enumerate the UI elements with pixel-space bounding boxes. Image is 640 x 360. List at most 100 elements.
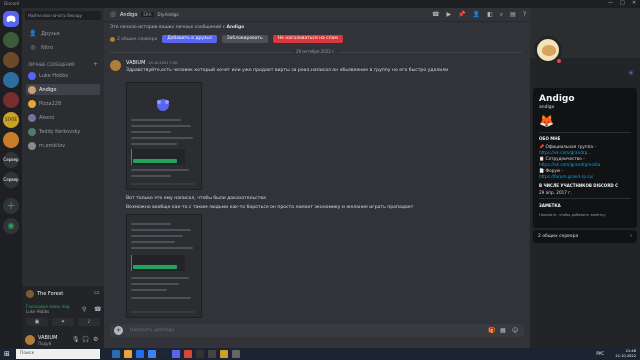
close-button[interactable]: ✕ (632, 0, 636, 6)
server-icon-6[interactable] (3, 132, 19, 148)
add-friend-button[interactable]: Добавить в друзья (162, 35, 217, 43)
image-content (131, 223, 171, 225)
image-attachment[interactable] (126, 214, 202, 318)
dm-item-luke-hobbs[interactable]: Luke Hobbs (26, 70, 100, 81)
app-icon[interactable] (232, 350, 240, 358)
nitro-badge-icon: ◈ (628, 70, 634, 76)
video-icon[interactable]: ▶ (447, 11, 452, 19)
app-icon[interactable] (112, 350, 120, 358)
inbox-icon[interactable]: ▤ (510, 11, 516, 19)
chat-title[interactable]: Andigo (120, 12, 137, 18)
block-button[interactable]: Заблокировать (221, 35, 268, 43)
status-dot (556, 58, 562, 64)
image-content (131, 247, 193, 249)
add-friend-icon[interactable]: 👤 (473, 11, 480, 19)
app-icon[interactable] (184, 350, 192, 358)
server-icon-7[interactable]: Сервер (3, 152, 19, 168)
dm-item-andigo[interactable]: Andigo (26, 84, 100, 95)
note-input[interactable]: Нажмите, чтобы добавить заметку (539, 213, 606, 217)
taskbar-search[interactable]: Поиск (16, 349, 100, 359)
message-author[interactable]: VABIUM (126, 60, 145, 66)
chat-intro: Это начало истории ваших личных сообщени… (110, 25, 244, 30)
emoji-icon[interactable]: ☺ (512, 327, 518, 334)
dm-item-memkilov[interactable]: m.emkilov (26, 140, 100, 151)
mutual-servers-label: 2 общих сервера (538, 234, 579, 239)
steam-icon[interactable] (160, 350, 168, 358)
add-server-icon[interactable]: + (3, 198, 19, 214)
about-link[interactable]: https://vk.com/grandrpmedia (539, 162, 600, 167)
avatar[interactable] (25, 335, 35, 345)
app-icon[interactable] (208, 350, 216, 358)
maximize-button[interactable]: □ (620, 0, 625, 6)
gif-icon[interactable]: ▦ (500, 327, 506, 334)
disconnect-icon[interactable]: ☎ (94, 306, 101, 313)
about-link[interactable]: https://vk.com/grandrp... (539, 150, 591, 155)
profile-name: Andigo (539, 94, 575, 104)
server-icon-3[interactable] (3, 72, 19, 88)
image-attachment[interactable] (126, 82, 202, 190)
server-icon-8[interactable]: Сервер (3, 172, 19, 188)
image-content (131, 169, 189, 171)
home-icon[interactable] (3, 11, 19, 27)
create-dm-icon[interactable]: + (93, 61, 98, 68)
taskbar-clock[interactable]: 21:46 21.10.2022 (615, 349, 636, 359)
noise-suppression-icon[interactable]: ⚲ (82, 306, 86, 313)
dm-item-label: Luke Hobbs (39, 72, 69, 79)
windows-start-icon[interactable]: ⊞ (4, 350, 10, 358)
soundboard-button[interactable]: ♪ (78, 318, 100, 326)
about-link[interactable]: https://forum.grand-rp.su/ (539, 174, 594, 179)
server-icon-state[interactable]: STATE (3, 112, 19, 128)
dm-item-pizza228[interactable]: Pizza228 (26, 98, 100, 109)
app-icon[interactable] (148, 350, 156, 358)
folder-icon[interactable] (124, 350, 132, 358)
tray-language[interactable]: РУС (596, 351, 604, 356)
screen-share-icon[interactable]: ▭ (94, 289, 100, 296)
gift-icon[interactable]: 🎁 (488, 327, 495, 334)
about-header: ОБО МНЕ (539, 136, 561, 141)
image-content (131, 289, 167, 291)
minimize-button[interactable]: — (608, 0, 613, 6)
mutual-servers[interactable]: 2 общих сервера (110, 36, 157, 42)
app-icon[interactable] (196, 350, 204, 358)
nav-nitro[interactable]: ◎ Nitro (26, 42, 100, 53)
help-icon[interactable]: ? (523, 11, 526, 19)
header-toolbar: ☎ ▶ 📌 👤 ◧ ⌕ ▤ ? (432, 11, 526, 19)
message-input[interactable]: Написать @Andigo (130, 328, 174, 333)
attach-plus-icon[interactable]: + (114, 326, 123, 335)
message-text: Вот только это ему написал, чтобы были д… (126, 196, 266, 201)
camera-button[interactable]: ▣ (26, 318, 48, 326)
user-status: Подуй (38, 341, 52, 346)
report-spam-button[interactable]: Не наголоваться на спам (272, 35, 343, 43)
discord-icon[interactable] (172, 350, 180, 358)
profile-toggle-icon[interactable]: ◧ (487, 11, 493, 19)
clock-date: 21.10.2022 (615, 354, 636, 358)
explore-servers-icon[interactable]: ◉ (3, 218, 19, 234)
server-icon-1[interactable] (3, 32, 19, 48)
edge-icon[interactable] (136, 350, 144, 358)
app-icon[interactable] (220, 350, 228, 358)
image-content (131, 235, 183, 237)
pin-icon[interactable]: 📌 (458, 11, 465, 19)
headphones-icon[interactable]: 🎧 (82, 336, 89, 343)
search-icon[interactable]: ⌕ (500, 11, 503, 19)
server-icon-4[interactable] (3, 92, 19, 108)
dm-sidebar: Найти или начать беседу 👤 Друзья ◎ Nitro… (22, 8, 104, 348)
image-content (131, 229, 191, 231)
server-icon-2[interactable] (3, 52, 19, 68)
avatar[interactable] (110, 60, 121, 71)
dm-item-label: Akeno (39, 114, 55, 121)
user-tag: ЕКА (141, 12, 154, 17)
nav-friends[interactable]: 👤 Друзья (26, 28, 100, 39)
divider (539, 132, 631, 133)
dm-item-teddy[interactable]: Teddy Kerkovsky (26, 126, 100, 137)
search-input[interactable]: Найти или начать беседу (25, 11, 101, 20)
activity-button[interactable]: ✦ (52, 318, 74, 326)
mic-icon[interactable]: 🎙 (72, 336, 80, 343)
image-content (131, 143, 177, 145)
mutual-servers-row[interactable]: 2 общих сервера › (533, 230, 637, 243)
message-text: Здравствуйте,есть человек который хочет … (126, 68, 449, 73)
dm-item-akeno[interactable]: Akeno (26, 112, 100, 123)
call-icon[interactable]: ☎ (432, 11, 439, 19)
dm-section-header: ЛИЧНЫЕ СООБЩЕНИЯ + (28, 61, 100, 68)
gear-icon[interactable]: ⚙ (93, 336, 98, 343)
